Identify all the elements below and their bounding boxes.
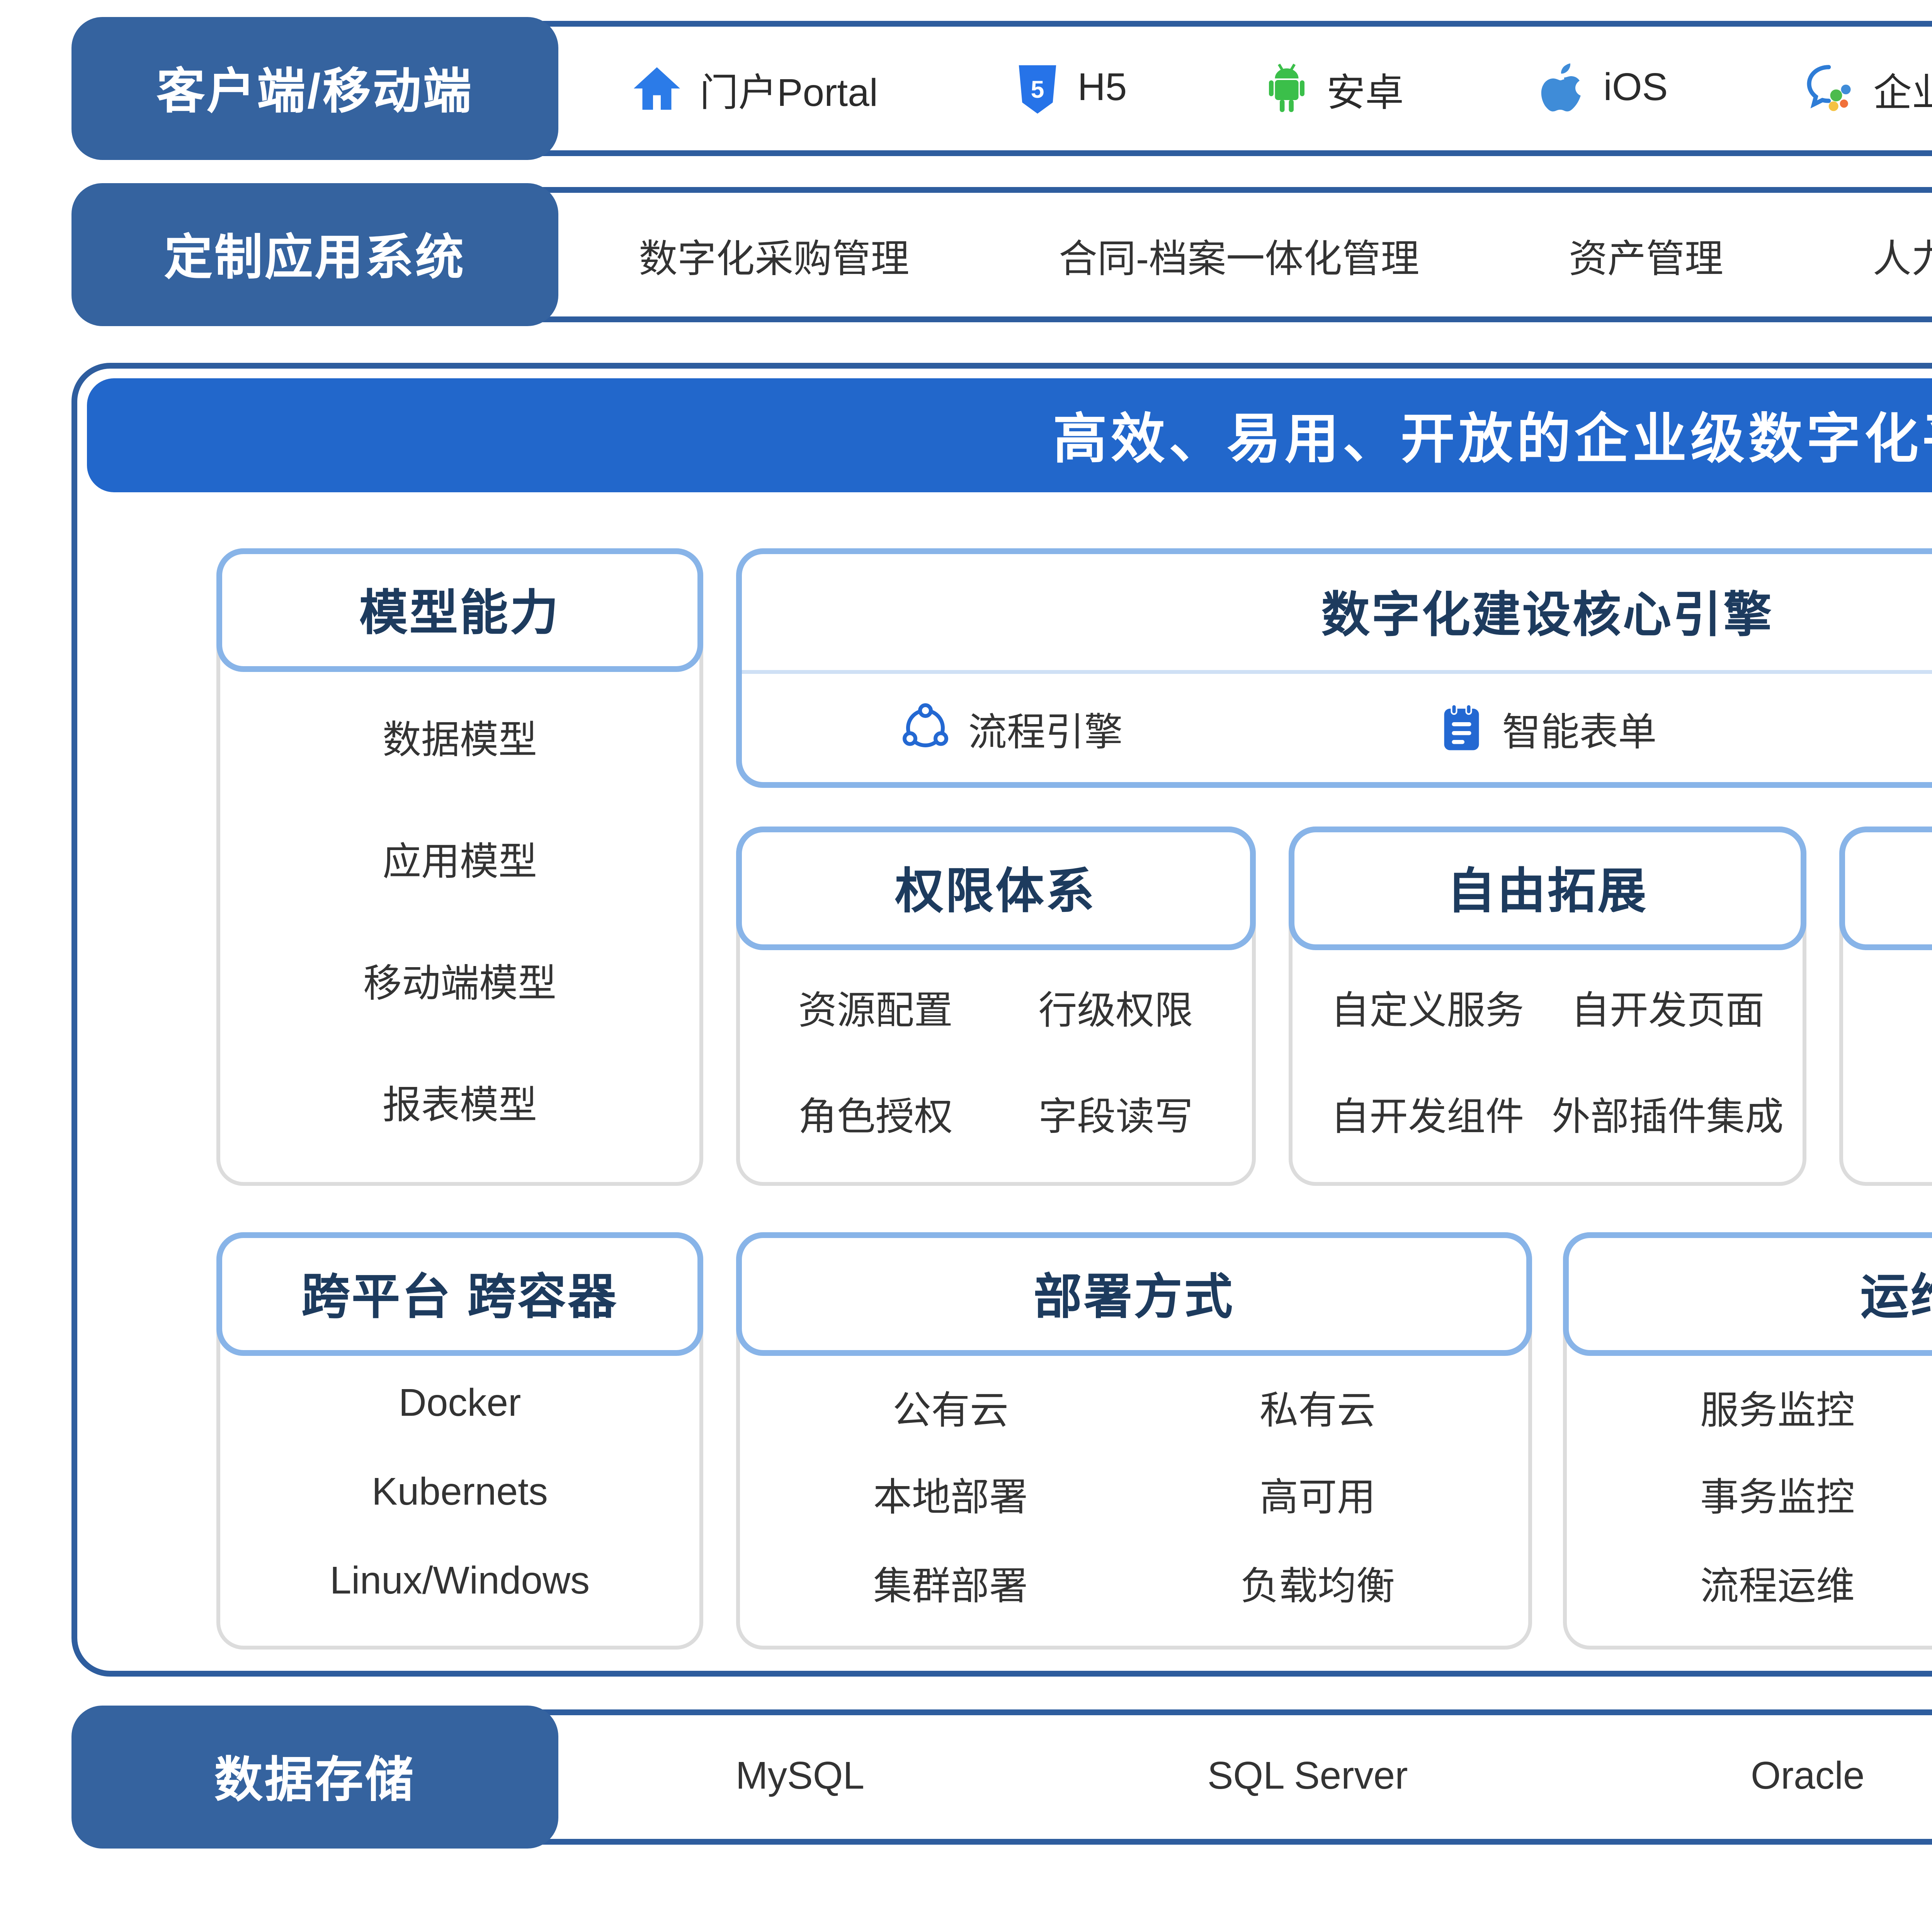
- section-model-items: 数据模型 应用模型 移动端模型 报表模型: [220, 676, 699, 1163]
- model-item: 应用模型: [383, 830, 537, 886]
- workflow-icon: [901, 703, 951, 753]
- custom-apps-row-label: 定制应用系统: [71, 183, 558, 326]
- permission-item: 资源配置: [798, 979, 953, 1035]
- section-permission-title: 权限体系: [736, 827, 1255, 950]
- client-item-ios: iOS: [1540, 63, 1668, 115]
- extension-items: 自定义服务 自开发页面 自开发组件 外部插件集成: [1307, 954, 1787, 1167]
- client-item-label: 安卓: [1327, 61, 1404, 117]
- client-row-label: 客户端/移动端: [71, 17, 558, 160]
- data-storage-row-label: 数据存储: [71, 1706, 558, 1849]
- section-deployment: 部署方式 公有云 私有云 本地部署 高可用 集群部署 负载均衡: [736, 1232, 1532, 1650]
- section-cross-platform-title: 跨平台 跨容器: [216, 1232, 703, 1356]
- section-permission: 权限体系 资源配置 行级权限 角色授权 字段读写: [736, 827, 1255, 1186]
- client-item-portal: 门户Portal: [632, 61, 878, 117]
- section-model-title: 模型能力: [216, 548, 703, 672]
- section-extension: 自由拓展 自定义服务 自开发页面 自开发组件 外部插件集成: [1288, 827, 1807, 1186]
- form-icon: [1440, 703, 1485, 753]
- custom-apps-row: 定制应用系统 数字化采购管理 合同-档案一体化管理 资产管理 人力资源管理 业务…: [71, 187, 1932, 322]
- extension-item: 外部插件集成: [1552, 1085, 1784, 1141]
- cross-platform-items: Docker Kubernets Linux/Windows: [220, 1360, 699, 1626]
- section-orchestration-title: 编排能力: [1840, 827, 1932, 950]
- platform-container: 高效、易用、开放的企业级数字化平台 模型能力 数据模型 应用模型 移动端模型 报…: [71, 363, 1932, 1677]
- extension-item: 自定义服务: [1331, 979, 1524, 1035]
- client-item-label: iOS: [1604, 66, 1668, 111]
- data-storage-row-items: MySQL SQL Server Oracle Redis 国产数据库: [564, 1749, 1932, 1805]
- permission-item: 行级权限: [1039, 979, 1193, 1035]
- deployment-item: 本地部署: [873, 1467, 1028, 1523]
- feature-label: 智能表单: [1502, 700, 1656, 756]
- custom-app-item: 合同-档案一体化管理: [1059, 227, 1419, 283]
- section-deployment-title: 部署方式: [736, 1232, 1532, 1356]
- h5-icon: 5: [1014, 63, 1060, 115]
- core-engine-title: 数字化建设核心引擎: [742, 554, 1932, 670]
- deployment-item: 负载均衡: [1240, 1554, 1395, 1611]
- section-cross-platform: 跨平台 跨容器 Docker Kubernets Linux/Windows: [216, 1232, 703, 1650]
- feature-label: 流程引擎: [968, 700, 1123, 756]
- engine-features: 流程引擎: [742, 674, 1932, 782]
- house-icon: [632, 63, 682, 114]
- feature-workflow: 流程引擎: [901, 700, 1123, 756]
- ops-area: 部署方式 公有云 私有云 本地部署 高可用 集群部署 负载均衡 运维监控 服务监…: [736, 1232, 1932, 1650]
- core-area: 数字化建设核心引擎 流: [736, 548, 1932, 1186]
- deployment-items: 公有云 私有云 本地部署 高可用 集群部署 负载均衡: [767, 1364, 1501, 1626]
- apple-icon: [1540, 63, 1586, 115]
- section-model: 模型能力 数据模型 应用模型 移动端模型 报表模型: [216, 548, 703, 1186]
- permission-items: 资源配置 行级权限 角色授权 字段读写: [755, 954, 1236, 1167]
- client-item-wecom: 企业微信: [1804, 61, 1932, 117]
- custom-app-item: 人力资源管理: [1873, 227, 1932, 283]
- monitoring-item: 流程运维: [1700, 1554, 1855, 1611]
- storage-item: SQL Server: [1208, 1755, 1408, 1799]
- svg-text:5: 5: [1030, 75, 1044, 102]
- deployment-item: 私有云: [1260, 1379, 1376, 1435]
- platform-banner: 高效、易用、开放的企业级数字化平台: [87, 378, 1932, 492]
- extension-item: 自开发组件: [1331, 1085, 1524, 1141]
- permission-item: 字段读写: [1039, 1085, 1193, 1141]
- deployment-item: 公有云: [893, 1379, 1009, 1435]
- monitoring-item: 事务监控: [1700, 1467, 1855, 1523]
- storage-item: Oracle: [1751, 1755, 1865, 1799]
- client-item-h5: 5 H5: [1014, 63, 1127, 115]
- feature-smart-form: 智能表单: [1440, 700, 1656, 756]
- deployment-item: 高可用: [1260, 1467, 1376, 1523]
- section-extension-title: 自由拓展: [1288, 827, 1807, 950]
- android-icon: [1263, 63, 1309, 114]
- storage-item: MySQL: [736, 1755, 864, 1799]
- cross-platform-item: Kubernets: [372, 1471, 548, 1515]
- monitoring-item: 服务监控: [1700, 1379, 1855, 1435]
- model-item: 报表模型: [383, 1074, 537, 1130]
- section-core-engine: 数字化建设核心引擎 流: [736, 548, 1932, 788]
- client-item-label: 企业微信: [1873, 61, 1932, 117]
- custom-apps-row-items: 数字化采购管理 合同-档案一体化管理 资产管理 人力资源管理 业务协同 项目管理…: [564, 227, 1932, 283]
- extension-item: 自开发页面: [1571, 979, 1764, 1035]
- cross-platform-item: Linux/Windows: [330, 1560, 590, 1604]
- client-item-label: 门户Portal: [700, 61, 878, 117]
- model-item: 数据模型: [383, 709, 537, 765]
- deployment-item: 集群部署: [873, 1554, 1028, 1611]
- capability-boxes: 权限体系 资源配置 行级权限 角色授权 字段读写 自由拓展 自定义服务 自开发页…: [736, 827, 1932, 1186]
- engine-divider: [742, 670, 1932, 674]
- platform-grid: 模型能力 数据模型 应用模型 移动端模型 报表模型 数字化建设核心引擎: [77, 502, 1932, 1650]
- custom-app-item: 数字化采购管理: [639, 227, 909, 283]
- architecture-diagram: 客户端/移动端 门户Portal 5 H5: [0, 21, 1932, 1932]
- client-item-android: 安卓: [1263, 61, 1404, 117]
- section-monitoring: 运维监控 服务监控 API监控 事务监控 性能监控 流程运维 故障恢复: [1563, 1232, 1932, 1650]
- client-row: 客户端/移动端 门户Portal 5 H5: [71, 21, 1932, 156]
- permission-item: 角色授权: [798, 1085, 953, 1141]
- wecom-icon: [1804, 63, 1856, 115]
- model-item: 移动端模型: [363, 952, 556, 1008]
- orchestration-items: 前端逻辑编排 后端服务编排: [1859, 954, 1932, 1167]
- client-item-label: H5: [1078, 66, 1127, 111]
- custom-app-item: 资产管理: [1569, 227, 1723, 283]
- client-row-items: 门户Portal 5 H5: [564, 61, 1932, 117]
- cross-platform-item: Docker: [399, 1382, 521, 1427]
- section-orchestration: 编排能力 前端逻辑编排 后端服务编排: [1840, 827, 1932, 1186]
- data-storage-row: 数据存储 MySQL SQL Server Oracle Redis 国产数据库: [71, 1709, 1932, 1845]
- section-monitoring-title: 运维监控: [1563, 1232, 1932, 1356]
- monitoring-items: 服务监控 API监控 事务监控 性能监控 流程运维 故障恢复: [1594, 1364, 1932, 1626]
